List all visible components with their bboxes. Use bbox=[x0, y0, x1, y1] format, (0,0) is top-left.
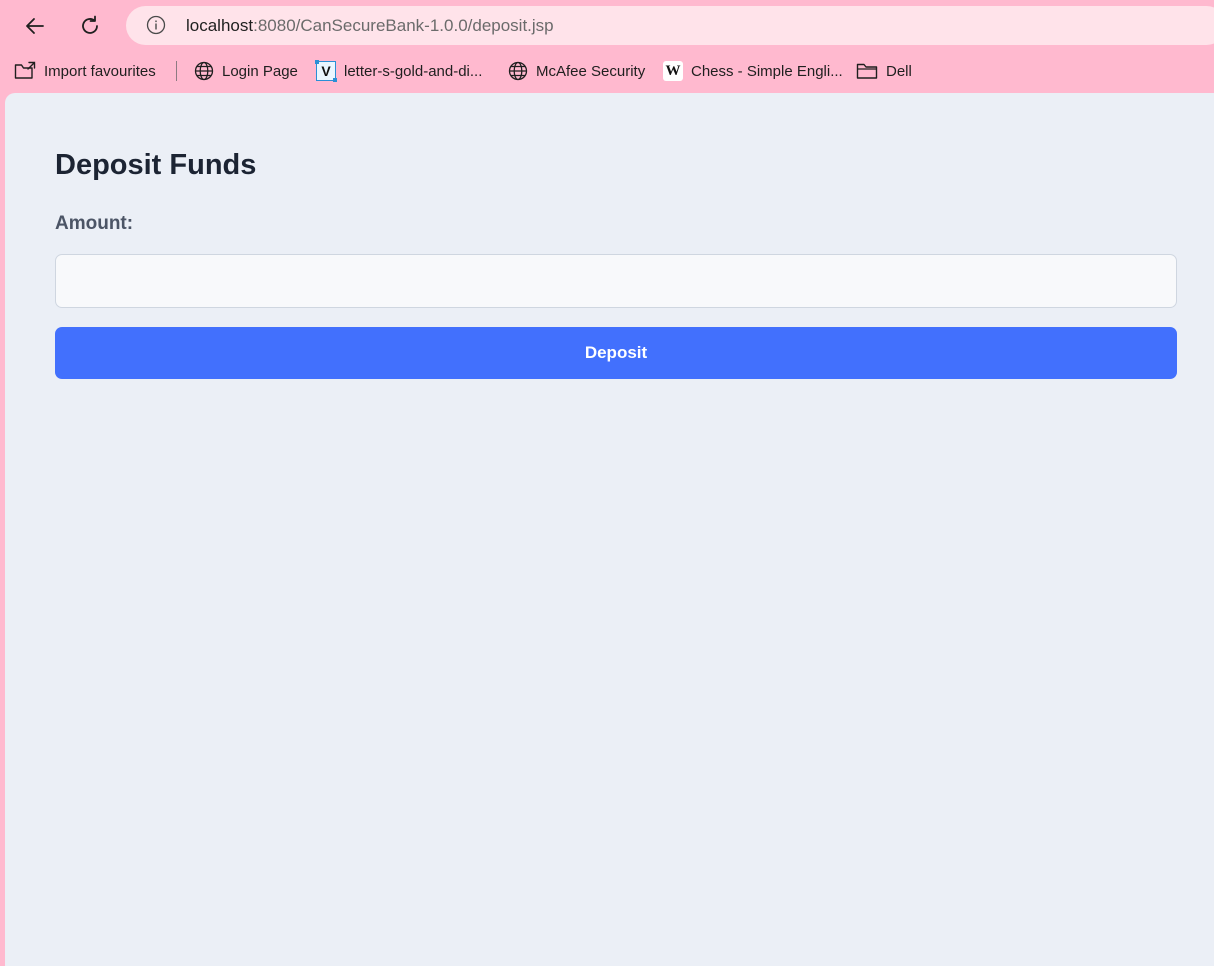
deposit-button[interactable]: Deposit bbox=[55, 327, 1177, 379]
reload-button[interactable] bbox=[72, 8, 108, 44]
url-text[interactable]: localhost:8080/CanSecureBank-1.0.0/depos… bbox=[186, 15, 554, 36]
wikipedia-icon: W bbox=[663, 61, 683, 81]
bookmark-letter-s-gold[interactable]: V letter-s-gold-and-di... bbox=[315, 58, 483, 84]
bookmark-label: McAfee Security bbox=[536, 62, 646, 80]
bookmark-login-page[interactable]: Login Page bbox=[194, 58, 298, 84]
bookmark-dell[interactable]: Dell bbox=[856, 58, 912, 84]
info-icon[interactable] bbox=[146, 15, 166, 35]
address-bar[interactable]: localhost:8080/CanSecureBank-1.0.0/depos… bbox=[126, 6, 1214, 45]
globe-icon bbox=[508, 61, 528, 81]
browser-toolbar: localhost:8080/CanSecureBank-1.0.0/depos… bbox=[0, 0, 1214, 52]
url-path: :8080/CanSecureBank-1.0.0/deposit.jsp bbox=[253, 16, 554, 35]
bookmark-label: letter-s-gold-and-di... bbox=[344, 62, 483, 80]
bookmarks-bar: Import favourites Login Page V letter-s-… bbox=[0, 55, 1214, 87]
page-viewport: Deposit Funds Amount: Deposit bbox=[5, 93, 1214, 966]
back-button[interactable] bbox=[17, 8, 53, 44]
arrow-left-icon bbox=[26, 18, 44, 34]
import-folder-icon bbox=[14, 61, 36, 79]
url-host: localhost bbox=[186, 16, 254, 35]
page-title: Deposit Funds bbox=[55, 149, 257, 181]
bookmark-label: Login Page bbox=[222, 62, 298, 80]
amount-input[interactable] bbox=[55, 254, 1177, 308]
bookmark-mcafee-security[interactable]: McAfee Security bbox=[508, 58, 645, 84]
vector-logo-icon: V bbox=[315, 60, 337, 82]
amount-label: Amount: bbox=[55, 213, 134, 234]
reload-icon bbox=[82, 15, 98, 34]
folder-icon bbox=[856, 63, 878, 79]
globe-icon bbox=[194, 61, 214, 81]
bookmark-chess-wiki[interactable]: W Chess - Simple Engli... bbox=[663, 58, 843, 84]
bookmark-label: Chess - Simple Engli... bbox=[691, 62, 843, 80]
bookmark-label: Import favourites bbox=[44, 62, 156, 80]
bookmark-import-favourites[interactable]: Import favourites bbox=[14, 58, 156, 84]
bookmark-label: Dell bbox=[886, 62, 912, 80]
bookmarks-divider bbox=[176, 61, 177, 81]
